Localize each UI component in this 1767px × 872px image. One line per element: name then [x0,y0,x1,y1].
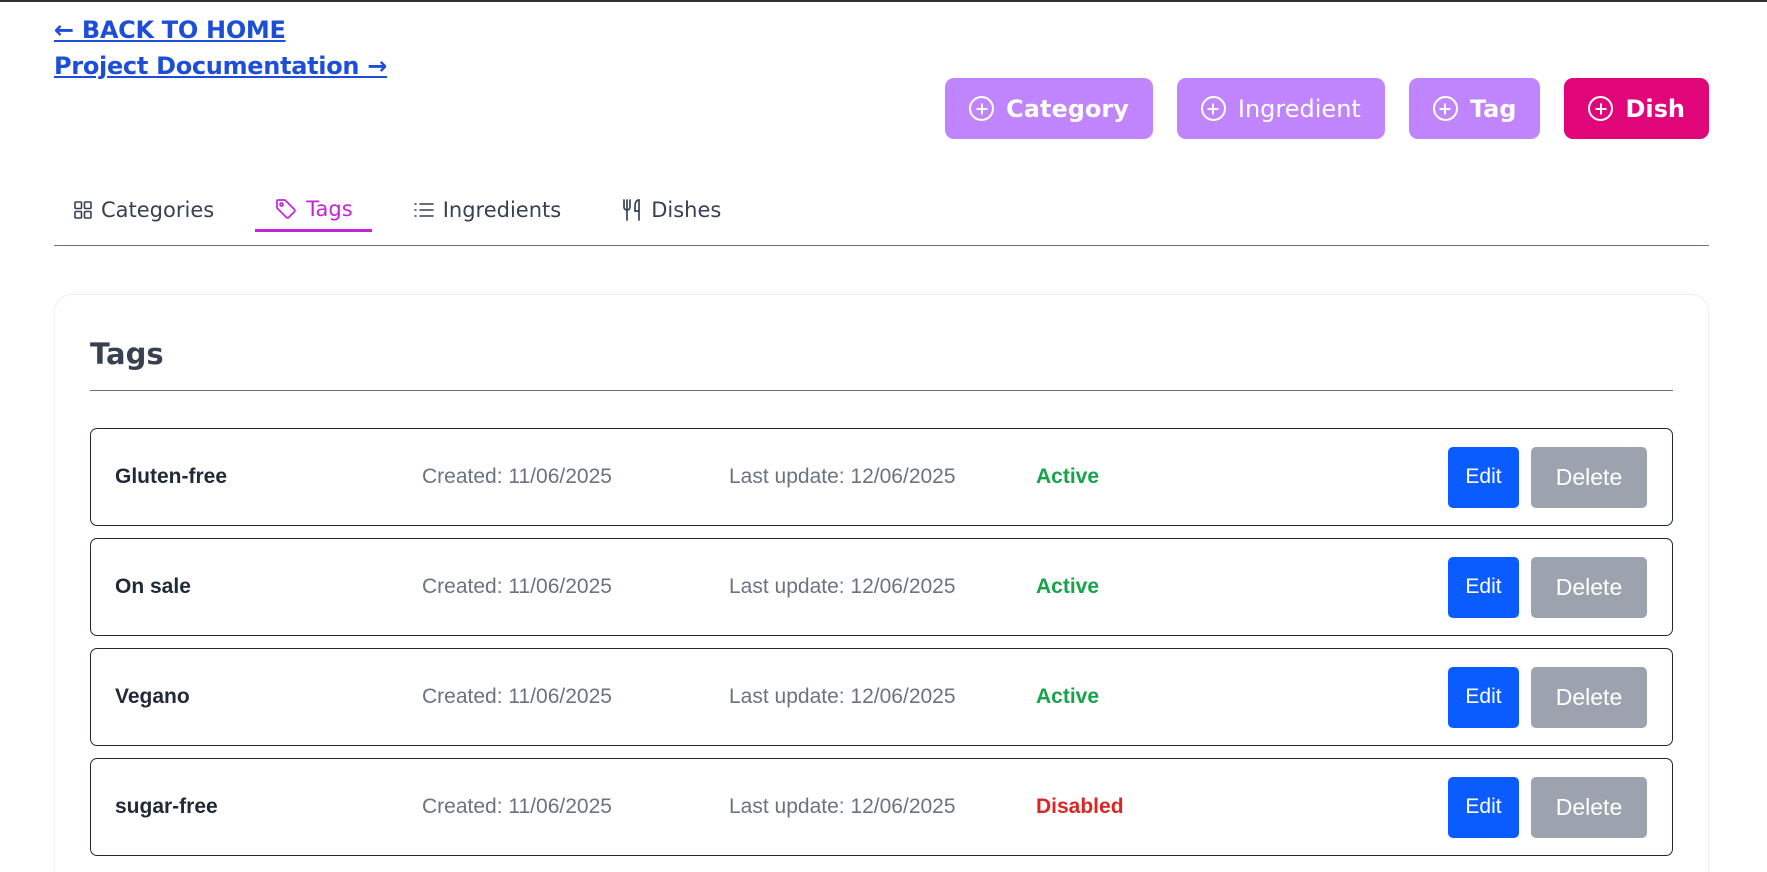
tag-status: Active [1036,465,1100,488]
tag-created-date: Created: 11/06/2025 [422,465,612,488]
tag-updated-date: Last update: 12/06/2025 [729,795,956,818]
tag-name: Gluten-free [115,465,228,488]
tag-created-date: Created: 11/06/2025 [422,575,612,598]
tab-dishes-label: Dishes [651,198,722,222]
edit-button[interactable]: Edit [1448,556,1519,618]
tab-categories[interactable]: Categories [54,188,233,232]
tag-name: sugar-free [115,795,218,818]
tab-tags[interactable]: Tags [255,188,372,232]
top-links: ← BACK TO HOME Project Documentation → [54,12,387,84]
list-icon [413,203,434,217]
row-actions: Edit Delete [1448,776,1647,838]
delete-button[interactable]: Delete [1531,556,1647,618]
section-title: Tags [90,337,164,371]
plus-circle-icon [1588,96,1614,121]
tag-row: Gluten-free Created: 11/06/2025 Last upd… [90,428,1673,526]
tab-categories-label: Categories [101,198,215,222]
plus-circle-icon [969,96,995,121]
delete-button[interactable]: Delete [1531,446,1647,508]
add-tag-button[interactable]: Tag [1408,78,1541,139]
plus-circle-icon [1200,96,1226,121]
plus-circle-icon [1432,96,1458,121]
tag-updated-date: Last update: 12/06/2025 [729,465,956,488]
tab-dishes[interactable]: Dishes [602,188,740,232]
tags-card: Tags Gluten-free Created: 11/06/2025 Las… [54,294,1709,872]
tag-status: Disabled [1036,795,1124,818]
add-category-button[interactable]: Category [945,78,1153,139]
utensils-icon [623,199,641,221]
tag-updated-date: Last update: 12/06/2025 [729,685,956,708]
tag-row: On sale Created: 11/06/2025 Last update:… [90,538,1673,636]
tag-created-date: Created: 11/06/2025 [422,685,612,708]
edit-button[interactable]: Edit [1448,776,1519,838]
tag-name: Vegano [115,685,190,708]
tag-status: Active [1036,575,1100,598]
tag-name: On sale [115,575,191,598]
edit-button[interactable]: Edit [1448,446,1519,508]
row-actions: Edit Delete [1448,666,1647,728]
tag-row: Vegano Created: 11/06/2025 Last update: … [90,648,1673,746]
tab-ingredients-label: Ingredients [442,198,562,222]
edit-button[interactable]: Edit [1448,666,1519,728]
create-actions: Category Ingredient Tag Dish [945,78,1709,139]
row-actions: Edit Delete [1448,446,1647,508]
delete-button[interactable]: Delete [1531,776,1647,838]
add-dish-label: Dish [1625,94,1685,123]
tab-ingredients[interactable]: Ingredients [394,188,581,232]
add-dish-button[interactable]: Dish [1564,78,1709,139]
tag-icon [276,198,296,219]
project-documentation-link[interactable]: Project Documentation → [54,48,387,84]
tag-updated-date: Last update: 12/06/2025 [729,575,956,598]
section-tabs: Categories Tags Ingredients Dishes [54,188,1709,246]
tag-list: Gluten-free Created: 11/06/2025 Last upd… [90,428,1673,868]
delete-button[interactable]: Delete [1531,666,1647,728]
row-actions: Edit Delete [1448,556,1647,618]
section-divider [90,390,1673,391]
tag-created-date: Created: 11/06/2025 [422,795,612,818]
add-ingredient-label: Ingredient [1237,94,1361,123]
back-to-home-link[interactable]: ← BACK TO HOME [54,12,387,48]
add-tag-label: Tag [1469,94,1517,123]
tag-status: Active [1036,685,1100,708]
grid-icon [74,201,92,219]
tab-tags-label: Tags [306,196,353,221]
tag-row: sugar-free Created: 11/06/2025 Last upda… [90,758,1673,856]
add-ingredient-button[interactable]: Ingredient [1176,78,1385,139]
add-category-label: Category [1006,94,1129,123]
